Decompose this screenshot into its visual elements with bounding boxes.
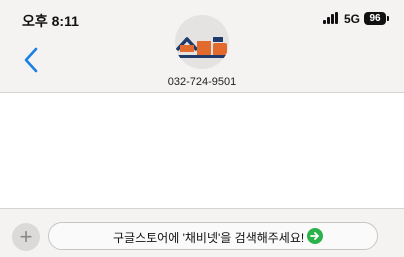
avatar[interactable] [175, 15, 229, 69]
battery-tip [387, 16, 389, 21]
contact-phone: 032-724-9501 [167, 76, 237, 88]
house-logo-icon [175, 37, 227, 58]
message-composer: + 구글스토어에 '채비넷'을 검색해주세요! [0, 208, 404, 257]
battery-icon: 96 [364, 12, 386, 25]
status-time: 오후 8:11 [22, 13, 79, 29]
plus-icon: + [19, 224, 33, 249]
back-button[interactable] [20, 46, 44, 74]
arrow-right-icon[interactable] [307, 228, 323, 244]
message-input[interactable]: 구글스토어에 '채비넷'을 검색해주세요! [48, 222, 378, 250]
signal-icon [323, 12, 340, 24]
add-button[interactable]: + [12, 223, 40, 251]
network-type: 5G [344, 12, 361, 26]
chevron-left-icon [24, 47, 38, 73]
conversation-header: 오후 8:11 5G 96 032-724-9501 [0, 0, 404, 93]
message-text: 구글스토어에 '채비넷'을 검색해주세요! [113, 231, 305, 245]
